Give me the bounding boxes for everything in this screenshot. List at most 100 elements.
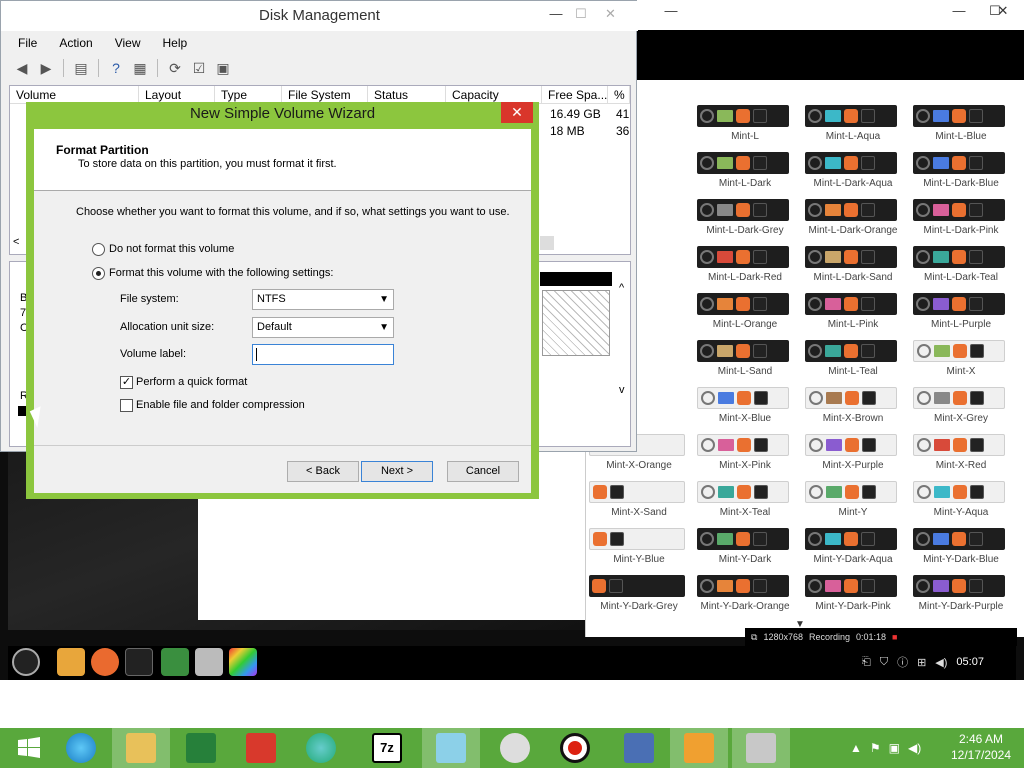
- column-header[interactable]: Capacity: [446, 86, 542, 103]
- terminal-icon[interactable]: [125, 648, 153, 676]
- theme-card[interactable]: Mint-L-Dark-Blue: [913, 152, 1021, 198]
- scroll-left-icon[interactable]: <: [13, 236, 19, 248]
- check-icon[interactable]: ☑: [190, 59, 208, 77]
- theme-card[interactable]: Mint-X-Sand: [589, 481, 693, 527]
- theme-card[interactable]: Mint-Y-Dark-Pink: [805, 575, 913, 621]
- theme-card[interactable]: Mint-L-Dark-Grey: [697, 199, 805, 245]
- column-header[interactable]: Free Spa...: [542, 86, 608, 103]
- internet-explorer-button[interactable]: [52, 728, 110, 768]
- column-header[interactable]: Layout: [139, 86, 215, 103]
- rescan-icon[interactable]: ▣: [214, 59, 232, 77]
- theme-card[interactable]: Mint-Y-Blue: [589, 528, 693, 574]
- drive-icon[interactable]: [195, 648, 223, 676]
- scroll-up-icon[interactable]: ^: [619, 282, 624, 294]
- notepad-button[interactable]: [422, 728, 480, 768]
- unallocated-partition[interactable]: [542, 290, 610, 356]
- theme-card[interactable]: Mint-L: [697, 105, 805, 151]
- app-red-button[interactable]: [232, 728, 290, 768]
- volume-label-input[interactable]: [252, 344, 394, 365]
- clock[interactable]: 2:46 AM 12/17/2024: [946, 731, 1016, 763]
- refresh-icon[interactable]: ⟳: [166, 59, 184, 77]
- theme-card[interactable]: Mint-L-Dark-Teal: [913, 246, 1021, 292]
- column-header[interactable]: File System: [282, 86, 368, 103]
- theme-card[interactable]: Mint-X-Teal: [697, 481, 805, 527]
- files-icon[interactable]: [57, 648, 85, 676]
- clipboard-icon[interactable]: ⎗: [862, 656, 871, 669]
- back-arrow-icon[interactable]: ◀: [13, 59, 31, 77]
- volume-icon[interactable]: ◀): [908, 741, 921, 755]
- next-button[interactable]: Next >: [361, 461, 433, 482]
- store-button[interactable]: [172, 728, 230, 768]
- start-button[interactable]: [0, 728, 58, 768]
- compression-checkbox[interactable]: [120, 399, 133, 412]
- download-manager-button[interactable]: [292, 728, 350, 768]
- scrollbar-thumb[interactable]: [540, 236, 554, 250]
- shield-tray-icon[interactable]: ⛉: [880, 656, 888, 669]
- column-header[interactable]: Status: [368, 86, 446, 103]
- cancel-button[interactable]: Cancel: [447, 461, 519, 482]
- theme-card[interactable]: Mint-X-Red: [913, 434, 1021, 480]
- theme-card[interactable]: Mint-Y-Dark-Purple: [913, 575, 1021, 621]
- theme-card[interactable]: Mint-X-Brown: [805, 387, 913, 433]
- theme-card[interactable]: Mint-L-Orange: [697, 293, 805, 339]
- theme-card[interactable]: Mint-X-Purple: [805, 434, 913, 480]
- theme-card[interactable]: Mint-Y-Dark: [697, 528, 805, 574]
- properties-icon[interactable]: ▦: [131, 59, 149, 77]
- theme-card[interactable]: Mint-L-Dark-Orange: [805, 199, 913, 245]
- network-icon[interactable]: ▣: [889, 741, 900, 755]
- theme-card[interactable]: Mint-L-Dark-Red: [697, 246, 805, 292]
- do-not-format-radio[interactable]: [92, 243, 105, 256]
- theme-card[interactable]: Mint-X-Blue: [697, 387, 805, 433]
- info-icon[interactable]: ⓘ: [897, 654, 908, 670]
- mint-menu-icon[interactable]: [12, 648, 40, 676]
- close-button[interactable]: ✕: [501, 102, 533, 123]
- minimize-icon[interactable]: —: [649, 0, 693, 22]
- column-header[interactable]: Volume: [10, 86, 139, 103]
- menu-action[interactable]: Action: [50, 33, 101, 53]
- theme-card[interactable]: Mint-Y-Aqua: [913, 481, 1021, 527]
- menu-file[interactable]: File: [9, 33, 46, 53]
- theme-card[interactable]: Mint-X: [913, 340, 1021, 386]
- scroll-down-icon[interactable]: v: [619, 384, 625, 396]
- record-icon[interactable]: ⧉: [751, 632, 757, 643]
- flag-icon[interactable]: ⚑: [870, 741, 881, 755]
- 7zip-button[interactable]: 7z: [358, 728, 416, 768]
- volume-icon[interactable]: ◀): [935, 656, 947, 669]
- file-system-select[interactable]: NTFS ▼: [252, 289, 394, 310]
- forward-arrow-icon[interactable]: ▶: [37, 59, 55, 77]
- format-volume-radio[interactable]: [92, 267, 105, 280]
- close-icon[interactable]: ✕: [983, 0, 1023, 22]
- hat-app-button[interactable]: [486, 728, 544, 768]
- network-app-button[interactable]: [610, 728, 668, 768]
- format-volume-label[interactable]: Format this volume with the following se…: [109, 267, 333, 279]
- recorder-button[interactable]: [546, 728, 604, 768]
- theme-card[interactable]: Mint-X-Grey: [913, 387, 1021, 433]
- firefox-icon[interactable]: [91, 648, 119, 676]
- back-button[interactable]: < Back: [287, 461, 359, 482]
- column-header[interactable]: Type: [215, 86, 282, 103]
- media-player-button[interactable]: [670, 728, 728, 768]
- console-tree-icon[interactable]: ▤: [72, 59, 90, 77]
- theme-card[interactable]: Mint-L-Dark-Aqua: [805, 152, 913, 198]
- theme-card[interactable]: Mint-L-Dark: [697, 152, 805, 198]
- help-icon[interactable]: ?: [107, 59, 125, 77]
- theme-card[interactable]: Mint-L-Blue: [913, 105, 1021, 151]
- file-explorer-button[interactable]: [112, 728, 170, 768]
- theme-card[interactable]: Mint-L-Aqua: [805, 105, 913, 151]
- network-icon[interactable]: ⊞: [917, 656, 926, 669]
- color-picker-icon[interactable]: [229, 648, 257, 676]
- shield-icon[interactable]: [161, 648, 189, 676]
- theme-card[interactable]: Mint-Y: [805, 481, 913, 527]
- theme-card[interactable]: Mint-X-Pink: [697, 434, 805, 480]
- quick-format-label[interactable]: Perform a quick format: [136, 376, 247, 388]
- quick-format-checkbox[interactable]: ✓: [120, 376, 133, 389]
- theme-card[interactable]: Mint-L-Dark-Pink: [913, 199, 1021, 245]
- menu-view[interactable]: View: [106, 33, 150, 53]
- theme-card[interactable]: Mint-Y-Dark-Blue: [913, 528, 1021, 574]
- disk-management-button[interactable]: [732, 728, 790, 768]
- compression-label[interactable]: Enable file and folder compression: [136, 399, 305, 411]
- do-not-format-label[interactable]: Do not format this volume: [109, 243, 234, 255]
- close-icon[interactable]: ✕: [588, 3, 633, 25]
- stop-icon[interactable]: ■: [892, 632, 897, 642]
- theme-card[interactable]: Mint-Y-Dark-Grey: [589, 575, 693, 621]
